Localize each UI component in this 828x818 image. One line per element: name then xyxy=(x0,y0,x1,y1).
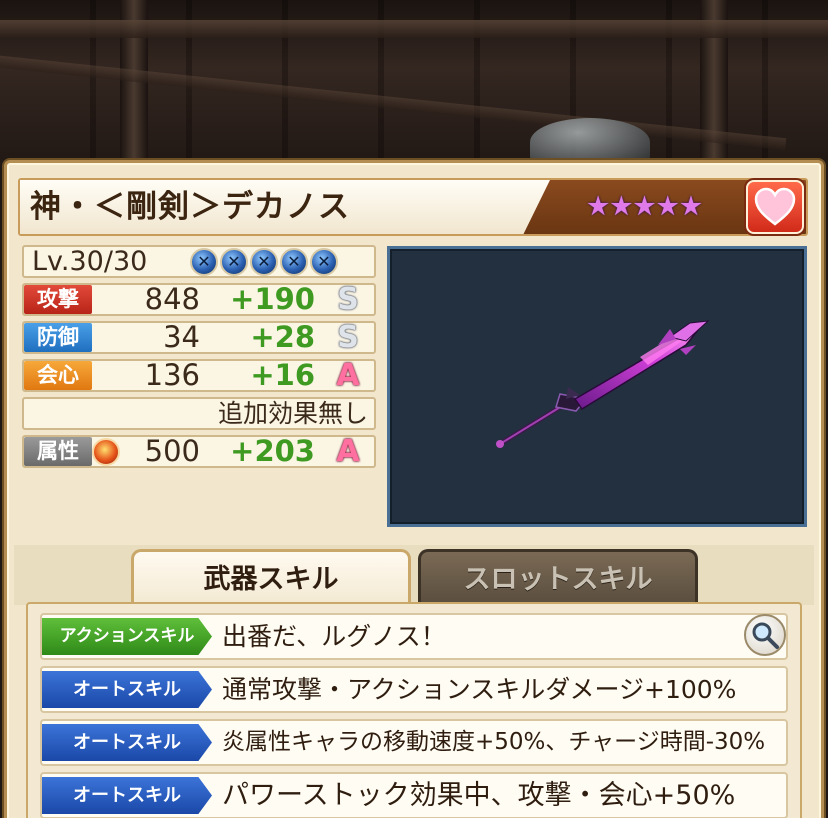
tab-weapon-skill[interactable]: 武器スキル xyxy=(131,549,411,605)
skill-type-badge: オートスキル xyxy=(42,724,212,761)
element-base: 500 xyxy=(144,434,200,468)
limit-break-orb-icon: ✕ xyxy=(310,248,338,276)
skill-type-badge: オートスキル xyxy=(42,671,212,708)
weapon-image-frame xyxy=(387,246,807,527)
defense-base: 34 xyxy=(163,320,200,354)
weapon-sprite xyxy=(496,320,710,448)
tab-slot-skill[interactable]: スロットスキル xyxy=(418,549,698,605)
skill-type-badge: アクションスキル xyxy=(42,618,212,655)
extra-effect-text: 追加効果無し xyxy=(217,399,368,428)
rarity-stars: ★★★★★ xyxy=(586,191,703,222)
critical-bonus: +16 xyxy=(250,358,315,392)
background-beam xyxy=(0,20,828,38)
limit-break-orb-icon: ✕ xyxy=(250,248,278,276)
background-pot xyxy=(530,118,650,166)
critical-grade: A xyxy=(336,358,360,393)
element-grade: A xyxy=(336,434,360,469)
background-scene xyxy=(0,0,828,170)
attack-grade: S xyxy=(337,282,359,317)
magnifier-icon xyxy=(752,622,779,649)
background-beam xyxy=(0,51,787,151)
limit-break-orb-icon: ✕ xyxy=(220,248,248,276)
skill-description: 炎属性キャラの移動速度+50%、チャージ時間-30% xyxy=(222,729,766,755)
limit-break-orb-icon: ✕ xyxy=(190,248,218,276)
limit-break-orb-icon: ✕ xyxy=(280,248,308,276)
skill-description: 通常攻撃・アクションスキルダメージ+100% xyxy=(222,675,737,704)
skill-detail-button[interactable] xyxy=(744,614,786,656)
heart-icon xyxy=(754,187,796,226)
defense-bonus: +28 xyxy=(250,320,315,354)
attack-base: 848 xyxy=(144,282,200,316)
level-text: Lv.30/30 xyxy=(32,246,148,277)
skill-description: 出番だ、ルグノス！ xyxy=(222,622,446,651)
element-bonus: +203 xyxy=(230,434,315,468)
defense-grade: S xyxy=(337,320,359,355)
weapon-name: 神・＜剛剣＞デカノス xyxy=(30,189,350,225)
skill-description: パワーストック効果中、攻撃・会心+50% xyxy=(222,780,736,811)
limit-break-orbs: ✕ ✕ ✕ ✕ ✕ xyxy=(190,248,338,276)
critical-base: 136 xyxy=(144,358,200,392)
attack-bonus: +190 xyxy=(230,282,315,316)
skill-type-badge: オートスキル xyxy=(42,777,212,814)
favorite-button[interactable] xyxy=(746,180,804,234)
